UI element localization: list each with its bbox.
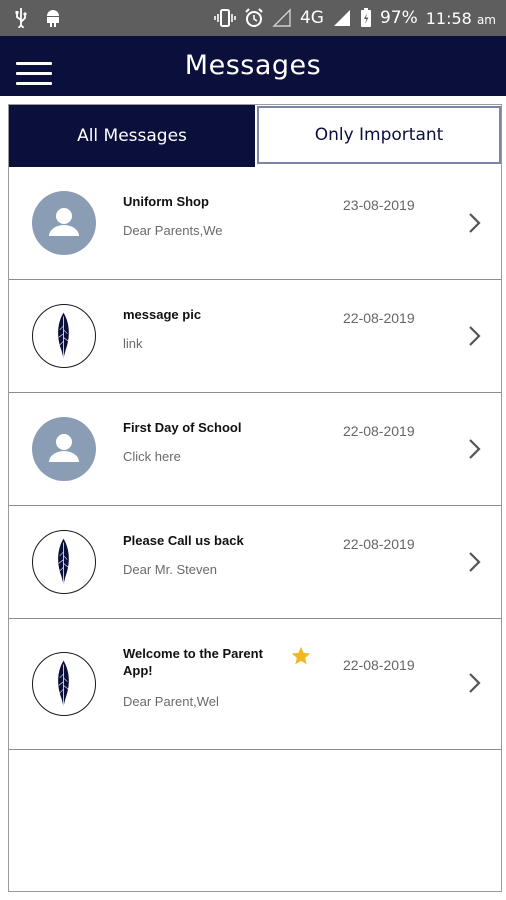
network-type-label: 4G: [299, 8, 324, 28]
battery-percent-label: 97%: [379, 8, 418, 28]
page-title: Messages: [184, 50, 322, 81]
battery-icon: [360, 8, 371, 27]
message-row[interactable]: Welcome to the Parent App! Dear Parent,W…: [9, 619, 501, 750]
tab-bar: All Messages Only Important: [9, 105, 501, 167]
vibrate-icon: [214, 9, 236, 27]
clock-ampm: am: [476, 12, 496, 27]
message-row[interactable]: message pic link 22-08-2019: [9, 280, 501, 393]
message-title: message pic: [123, 307, 202, 322]
message-date: 22-08-2019: [343, 310, 415, 326]
clock-time: 11:58: [425, 8, 472, 28]
feather-icon: [32, 530, 96, 594]
tab-only-important[interactable]: Only Important: [257, 106, 501, 164]
message-list: Uniform Shop Dear Parents,We 23-08-2019 …: [9, 167, 501, 750]
status-bar-right: 4G 97% 11:58 am: [214, 6, 496, 30]
message-date: 22-08-2019: [343, 536, 415, 552]
tab-all-messages[interactable]: All Messages: [9, 105, 255, 167]
star-icon[interactable]: [290, 645, 312, 667]
message-title: Please Call us back: [123, 533, 244, 548]
message-preview: link: [123, 336, 143, 351]
message-title: First Day of School: [123, 420, 242, 435]
chevron-right-icon: [469, 326, 481, 346]
android-icon: [47, 10, 59, 27]
message-row[interactable]: Please Call us back Dear Mr. Steven 22-0…: [9, 506, 501, 619]
chevron-right-icon: [469, 439, 481, 459]
messages-panel: All Messages Only Important Uniform Shop…: [8, 104, 502, 892]
person-icon: [32, 417, 96, 481]
message-row[interactable]: Uniform Shop Dear Parents,We 23-08-2019: [9, 167, 501, 280]
feather-icon: [32, 652, 96, 716]
message-preview: Dear Mr. Steven: [123, 562, 217, 577]
usb-icon: [15, 8, 27, 28]
chevron-right-icon: [469, 552, 481, 572]
message-preview: Click here: [123, 449, 181, 464]
message-row[interactable]: First Day of School Click here 22-08-201…: [9, 393, 501, 506]
message-date: 22-08-2019: [343, 423, 415, 439]
chevron-right-icon: [469, 213, 481, 233]
menu-line: [16, 82, 52, 85]
message-date: 22-08-2019: [343, 657, 415, 673]
signal-empty-icon: [272, 8, 291, 27]
message-preview: Dear Parent,Wel: [123, 694, 219, 709]
message-date: 23-08-2019: [343, 197, 415, 213]
message-preview: Dear Parents,We: [123, 223, 223, 238]
status-bar: 4G 97% 11:58 am: [0, 0, 506, 36]
message-title: Uniform Shop: [123, 194, 209, 209]
chevron-right-icon: [469, 673, 481, 693]
message-title: Welcome to the Parent App!: [123, 646, 263, 678]
alarm-icon: [245, 8, 263, 27]
signal-icon: [333, 10, 350, 26]
person-icon: [32, 191, 96, 255]
feather-icon: [32, 304, 96, 368]
clock-label: 11:58 am: [426, 9, 496, 28]
status-bar-left: [14, 6, 62, 28]
